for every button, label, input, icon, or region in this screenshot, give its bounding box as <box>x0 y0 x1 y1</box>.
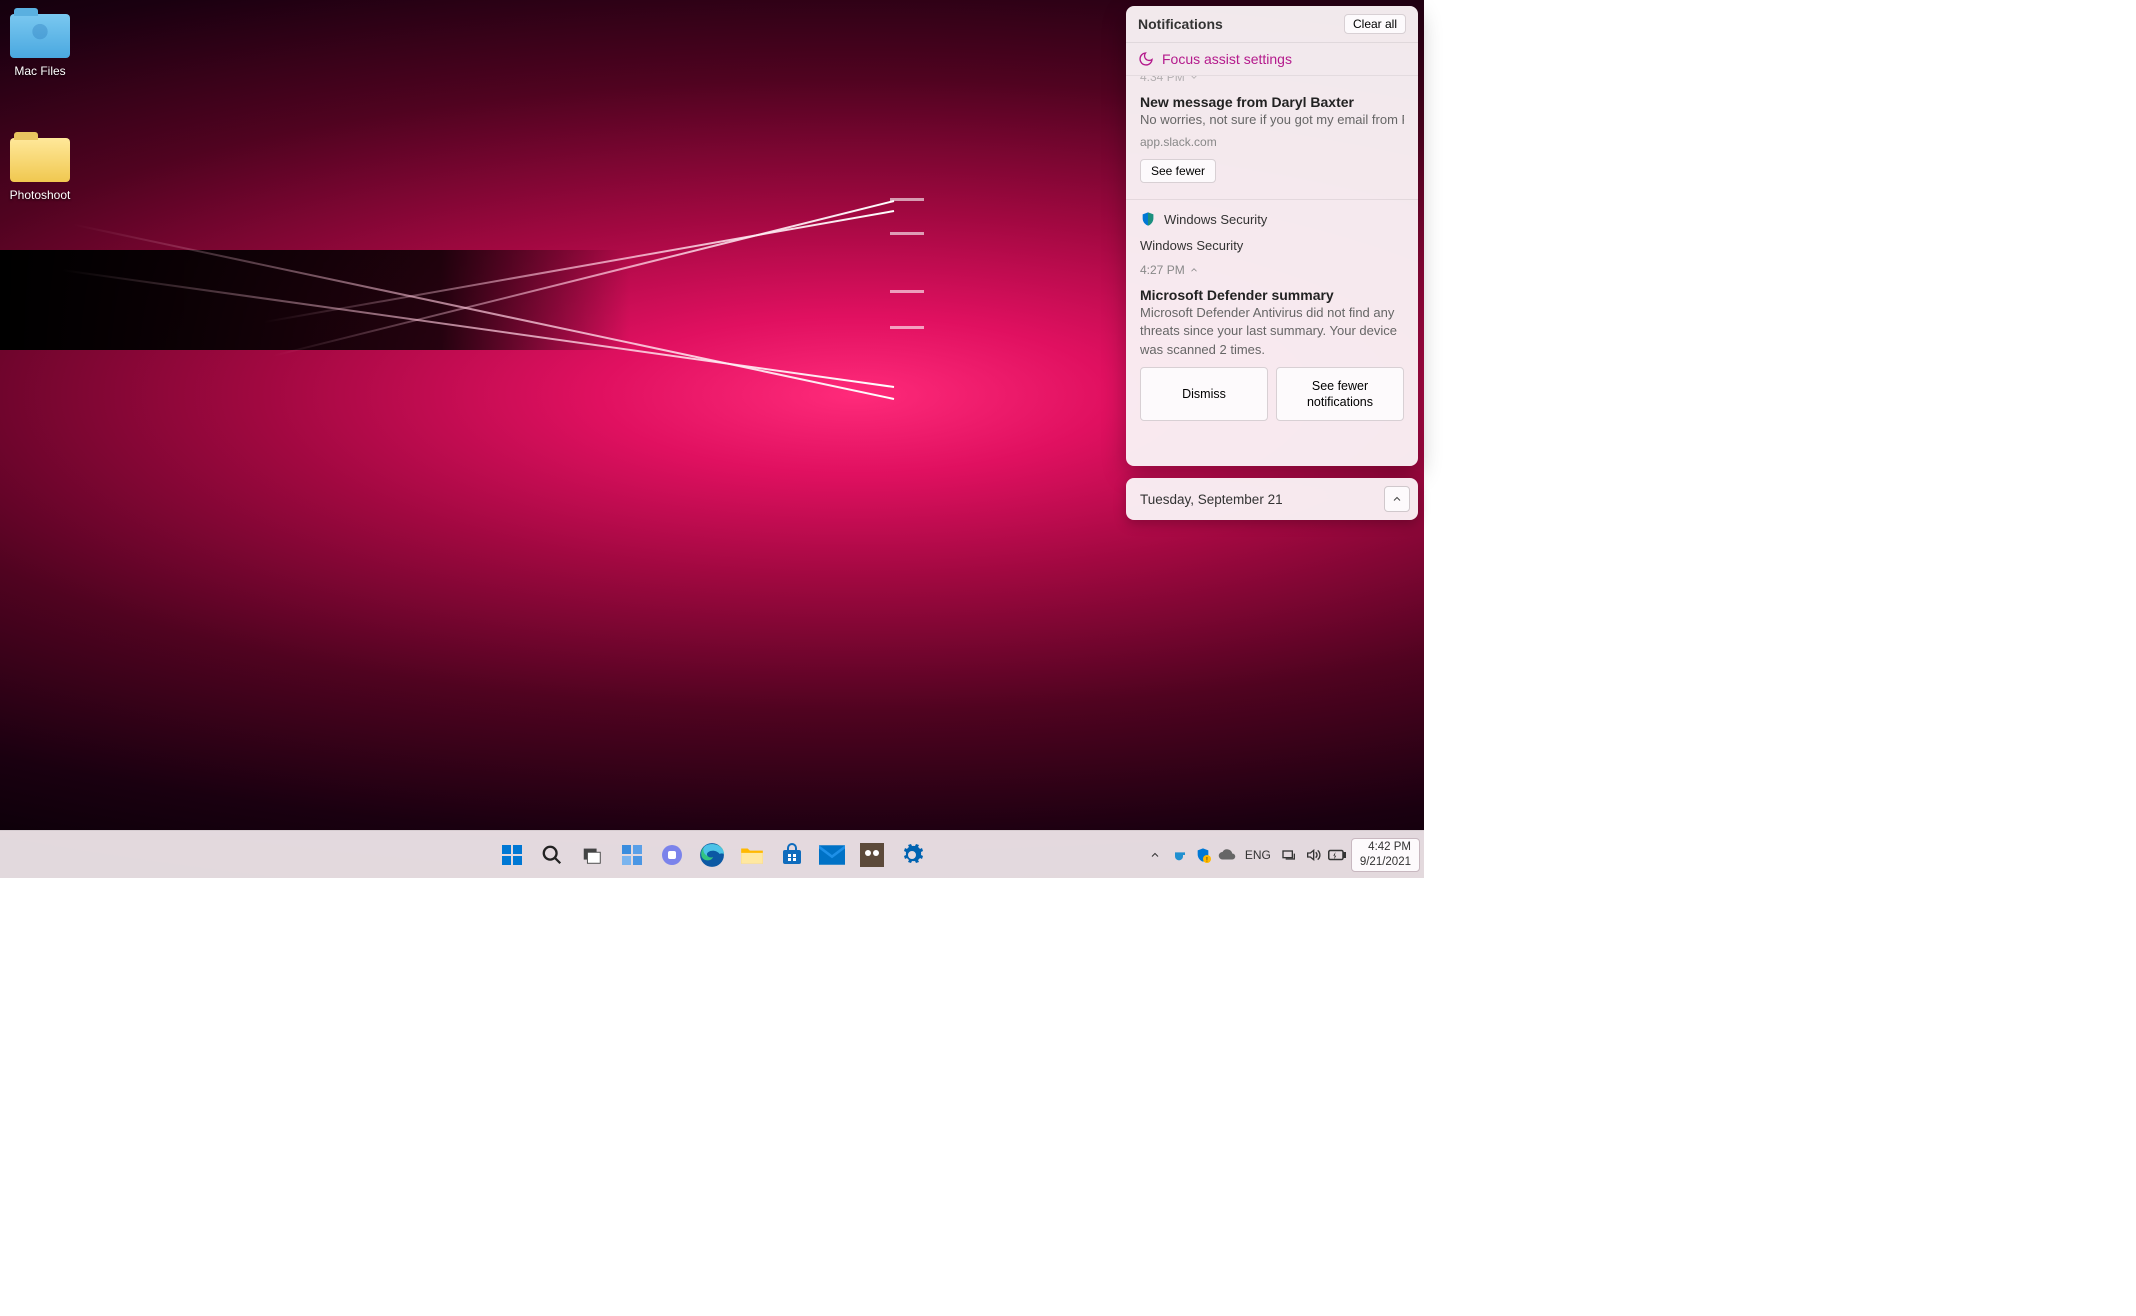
explorer-button[interactable] <box>734 837 770 873</box>
notification-app-header[interactable]: Windows Security <box>1126 200 1418 230</box>
chat-icon <box>660 843 684 867</box>
cup-icon <box>1171 847 1187 863</box>
tray-volume-icon[interactable] <box>1303 845 1323 865</box>
gear-icon <box>900 843 924 867</box>
mail-button[interactable] <box>814 837 850 873</box>
task-view-button[interactable] <box>574 837 610 873</box>
cloud-icon <box>1218 849 1236 861</box>
focus-assist-link[interactable]: Focus assist settings <box>1126 43 1418 76</box>
edge-button[interactable] <box>694 837 730 873</box>
calendar-date: Tuesday, September 21 <box>1140 492 1283 507</box>
shield-warn-icon: ! <box>1195 846 1211 864</box>
store-button[interactable] <box>774 837 810 873</box>
desktop-icon-label: Photoshoot <box>0 188 80 202</box>
settings-button[interactable] <box>894 837 930 873</box>
search-button[interactable] <box>534 837 570 873</box>
tray-overflow-button[interactable] <box>1145 845 1165 865</box>
clock-date: 9/21/2021 <box>1360 855 1411 870</box>
notification-time: 4:34 PM <box>1140 76 1185 84</box>
start-button[interactable] <box>494 837 530 873</box>
taskbar-clock[interactable]: 4:42 PM 9/21/2021 <box>1351 838 1420 872</box>
chevron-up-icon <box>1189 265 1199 275</box>
taskbar: ! ENG 4:42 PM 9/21/2021 <box>0 830 1424 878</box>
volume-icon <box>1305 847 1321 863</box>
focus-assist-label: Focus assist settings <box>1162 51 1292 67</box>
tray-language[interactable]: ENG <box>1241 848 1275 862</box>
notification-body: Microsoft Defender Antivirus did not fin… <box>1140 304 1404 359</box>
gimp-icon <box>860 843 884 867</box>
notification-source: app.slack.com <box>1140 135 1404 149</box>
chevron-up-icon <box>1149 849 1161 861</box>
battery-icon <box>1328 849 1346 861</box>
task-view-icon <box>581 844 603 866</box>
explorer-icon <box>739 844 765 866</box>
tray-battery-icon[interactable] <box>1327 845 1347 865</box>
widgets-icon <box>620 843 644 867</box>
notification-center: Notifications Clear all Focus assist set… <box>1126 6 1418 466</box>
notification-title: New message from Daryl Baxter <box>1140 94 1404 110</box>
chevron-up-icon <box>1391 493 1403 505</box>
folder-mac-icon <box>10 14 70 58</box>
notification-title: Microsoft Defender summary <box>1140 287 1404 303</box>
notification-card[interactable]: Windows Security 4:27 PM Microsoft Defen… <box>1126 230 1418 367</box>
desktop-icon-label: Mac Files <box>0 64 80 78</box>
moon-icon <box>1138 51 1154 67</box>
calendar-collapsed[interactable]: Tuesday, September 21 <box>1126 478 1418 520</box>
chevron-down-icon <box>1189 76 1199 82</box>
desktop-icon-mac-files[interactable]: Mac Files <box>0 14 80 78</box>
see-fewer-notifications-button[interactable]: See fewer notifications <box>1276 367 1404 422</box>
notification-list[interactable]: 4:34 PM New message from Daryl Baxter No… <box>1126 76 1418 466</box>
tray-onedrive-icon[interactable] <box>1217 845 1237 865</box>
dismiss-button[interactable]: Dismiss <box>1140 367 1268 422</box>
calendar-expand-button[interactable] <box>1384 486 1410 512</box>
shield-icon <box>1140 210 1156 228</box>
tray-app-icon[interactable] <box>1169 845 1189 865</box>
search-icon <box>541 844 563 866</box>
notification-card[interactable]: 4:34 PM New message from Daryl Baxter No… <box>1126 76 1418 191</box>
notifications-title: Notifications <box>1138 16 1223 32</box>
store-icon <box>780 843 804 867</box>
folder-icon <box>10 138 70 182</box>
notification-header: Notifications Clear all <box>1126 6 1418 43</box>
tray-network-icon[interactable] <box>1279 845 1299 865</box>
notification-body: No worries, not sure if you got my email… <box>1140 111 1404 129</box>
notification-time: 4:27 PM <box>1140 263 1185 277</box>
see-fewer-button[interactable]: See fewer <box>1140 159 1216 183</box>
mail-icon <box>819 845 845 865</box>
clear-all-button[interactable]: Clear all <box>1344 14 1406 34</box>
clock-time: 4:42 PM <box>1360 840 1411 855</box>
app-gimp-button[interactable] <box>854 837 890 873</box>
widgets-button[interactable] <box>614 837 650 873</box>
desktop-icon-photoshoot[interactable]: Photoshoot <box>0 138 80 202</box>
notification-app-sub: Windows Security <box>1140 238 1404 253</box>
network-icon <box>1281 847 1297 863</box>
chat-button[interactable] <box>654 837 690 873</box>
tray-security-icon[interactable]: ! <box>1193 845 1213 865</box>
notification-app-name: Windows Security <box>1164 212 1267 227</box>
edge-icon <box>699 842 725 868</box>
windows-icon <box>500 843 524 867</box>
